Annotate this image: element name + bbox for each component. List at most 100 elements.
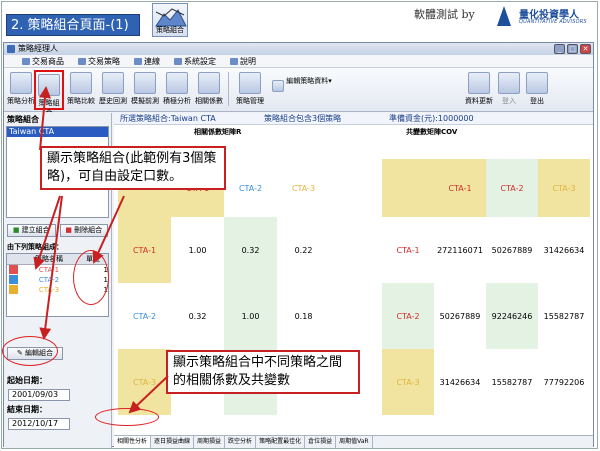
color-swatch [9,285,18,294]
toolbar-backtest[interactable]: 歷史回測 [98,70,128,110]
matrix-cell: 15582787 [538,283,590,349]
add-icon: ■ [12,226,20,234]
start-date-label: 起始日期： [7,376,47,385]
base-capital-text: 準備資金(元):1000000 [389,114,474,123]
matrix-corner [382,159,434,217]
column-header: CTA-1 [434,159,486,217]
delete-portfolio-button[interactable]: ■ 刪除組合 [59,224,108,237]
slide-title: 2. 策略組合頁面-(1) [6,14,140,36]
toolbar-correlation[interactable]: 相關係數 [194,70,224,110]
tab-position-pnl[interactable]: 倉位損益 [305,436,337,448]
toolbar-edit-data[interactable]: 編輯策略資料▾ [272,70,334,110]
column-header: CTA-2 [486,159,538,217]
tab-drawdown[interactable]: 跌空分析 [225,436,257,448]
matrix-cell: 0.32 [224,217,277,283]
app-icon [7,45,15,53]
update-icon [468,72,490,94]
matrix-cell: 50267889 [434,283,486,349]
close-button[interactable]: ✕ [580,44,591,54]
column-header: CTA-3 [538,159,590,217]
tab-optimization[interactable]: 策略配置最佳化 [256,436,306,448]
menu-item-strategies[interactable]: 交易策略 [78,55,120,67]
matrix-cell: 92246246 [486,283,538,349]
correlation-matrix-title: 相關係數矩陣R [194,128,242,136]
row-header: CTA-1 [118,217,171,283]
highlight-circle-tab [95,408,159,426]
matrix-cell: 0.32 [171,283,224,349]
window-title: 策略經理人 [18,44,58,53]
column-header-name: 策略名稱 [35,255,63,263]
menu-bar: 交易商品 交易策略 連線 系統設定 說明 [4,55,593,68]
matrix-cell: 1.00 [224,283,277,349]
analysis-icon [166,72,188,94]
window-titlebar: 策略經理人 _ □ ✕ [4,43,593,55]
toolbar-portfolio[interactable]: 策略組合 [34,70,64,117]
minimize-button[interactable]: _ [554,44,565,54]
toolbar-logout[interactable]: 登出 [522,70,552,110]
portfolio-item[interactable]: Taiwan CTA [7,127,108,137]
menu-item-help[interactable]: 說明 [230,55,256,67]
toolbar: 策略分析 策略組合 策略比較 歷史回測 模擬前測 積極分析 相關係數 策略管理 … [4,68,593,117]
strategy-icon [78,57,86,65]
matrix-cell: 31426634 [434,349,486,415]
callout-composition: 顯示策略組合(此範例有3個策略)，可自由設定口數。 [40,146,226,190]
feature-icon-label: 策略組合 [156,26,184,34]
portfolio-count-text: 策略組合包含3個策略 [264,114,342,123]
login-icon [498,72,520,94]
tab-correlation[interactable]: 相關性分析 [114,436,152,448]
highlight-circle-edit [2,336,58,366]
highlight-circle-units [73,250,109,305]
logout-icon [526,72,548,94]
toolbar-data-update[interactable]: 資料更新 [464,70,494,110]
toolbar-strategy-compare[interactable]: 策略比較 [66,70,96,110]
toolbar-separator [228,72,229,106]
simulate-icon [134,72,156,94]
color-swatch [9,275,18,284]
tab-period-pnl[interactable]: 周期損益 [194,436,226,448]
chart-icon [10,72,32,94]
callout-matrix: 顯示策略組合中不同策略之間的相關係數及共變數 [166,350,360,394]
toolbar-analysis[interactable]: 積極分析 [162,70,192,110]
matrix-cell: 1.00 [171,217,224,283]
maximize-button[interactable]: □ [567,44,578,54]
portfolio-info-bar: 所選策略組合:Taiwan CTA 策略組合包含3個策略 準備資金(元):100… [114,113,593,125]
menu-item-products[interactable]: 交易商品 [22,55,64,67]
row-header: CTA-2 [382,283,434,349]
matrix-cell: 15582787 [486,349,538,415]
toolbar-strategy-analysis[interactable]: 策略分析 [6,70,36,110]
start-date-field[interactable]: 2001/09/03 [8,389,70,401]
color-swatch [9,265,18,274]
covariance-matrix-title: 共變數矩陣COV [406,128,458,136]
matrix-cell: 0.18 [277,283,330,349]
connection-icon [134,57,142,65]
end-date-field[interactable]: 2012/10/17 [8,418,70,430]
toolbar-strategy-manage[interactable]: 策略管理 [232,70,268,110]
analysis-tabs: 相關性分析 逐日損益曲線 周期損益 跌空分析 策略配置最佳化 倉位損益 周期值V… [114,435,593,448]
portfolio-feature-icon: 策略組合 [152,3,188,37]
compare-icon [70,72,92,94]
menu-item-connection[interactable]: 連線 [134,55,160,67]
add-portfolio-button[interactable]: ■ 建立組合 [7,224,56,237]
menu-item-settings[interactable]: 系統設定 [174,55,216,67]
tab-var[interactable]: 周期值VaR [336,436,373,448]
refresh-icon [102,72,124,94]
covariance-matrix: CTA-1 CTA-2 CTA-3 CTA-1 272116071 502678… [382,159,590,415]
toolbar-simulation[interactable]: 模擬前測 [130,70,160,110]
correlation-icon [198,72,220,94]
demo-label: 軟體測試 by [414,8,475,21]
row-header: CTA-1 [382,217,434,283]
company-logo: 量化投資學人 QUANTITATIVE ADVISORS [497,4,595,34]
toolbar-login[interactable]: 登入 [494,70,524,110]
product-icon [22,57,30,65]
settings-icon [174,57,182,65]
row-header: CTA-3 [382,349,434,415]
window-controls: _ □ ✕ [554,44,591,54]
column-header: CTA-3 [277,159,330,217]
tab-daily-pnl[interactable]: 逐日損益曲線 [151,436,195,448]
row-header: CTA-2 [118,283,171,349]
portfolio-section-label: 策略組合 [7,115,39,124]
row-header: CTA-3 [118,349,171,415]
column-header: CTA-2 [224,159,277,217]
logo-subtitle: QUANTITATIVE ADVISORS [519,19,587,25]
matrix-cell: 0.22 [277,217,330,283]
